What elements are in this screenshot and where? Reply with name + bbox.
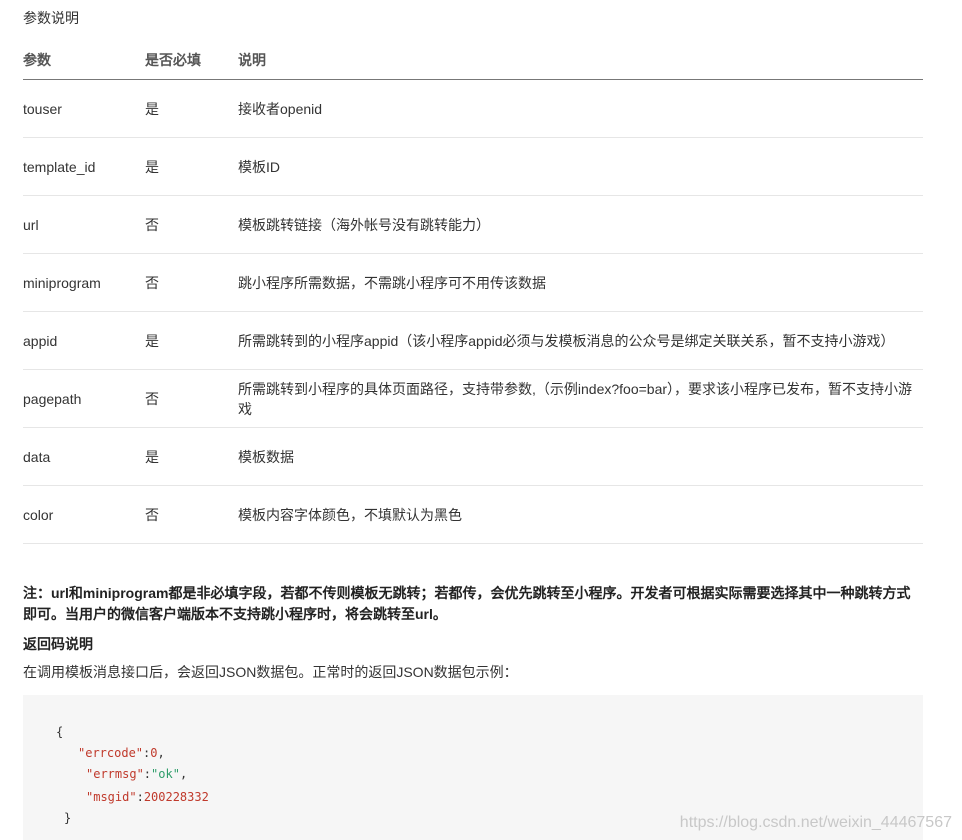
desc-cell: 模板ID: [238, 137, 923, 196]
header-param: 参数: [23, 40, 145, 80]
param-cell: touser: [23, 79, 145, 138]
required-cell: 是: [145, 311, 238, 370]
desc-cell: 所需跳转到小程序的具体页面路径，支持带参数,（示例index?foo=bar），…: [238, 369, 923, 428]
desc-cell: 接收者openid: [238, 79, 923, 138]
required-cell: 否: [145, 253, 238, 312]
required-cell: 否: [145, 485, 238, 544]
code-open-brace: {: [56, 725, 64, 739]
table-row: color 否 模板内容字体颜色，不填默认为黑色: [23, 485, 923, 544]
code-line-errcode: "errcode":0,: [78, 746, 165, 760]
table-row: template_id 是 模板ID: [23, 137, 923, 196]
msgid-key: "msgid": [86, 790, 137, 804]
required-cell: 是: [145, 427, 238, 486]
table-header-row: 参数 是否必填 说明: [23, 40, 923, 80]
table-row: pagepath 否 所需跳转到小程序的具体页面路径，支持带参数,（示例inde…: [23, 369, 923, 428]
errmsg-value: "ok": [151, 767, 180, 781]
required-cell: 否: [145, 195, 238, 254]
param-cell: pagepath: [23, 369, 145, 428]
errcode-value: 0: [150, 746, 158, 760]
desc-cell: 跳小程序所需数据，不需跳小程序可不用传该数据: [238, 253, 923, 312]
required-cell: 否: [145, 369, 238, 428]
table-row: miniprogram 否 跳小程序所需数据，不需跳小程序可不用传该数据: [23, 253, 923, 312]
section-title: 参数说明: [23, 10, 79, 26]
required-cell: 是: [145, 137, 238, 196]
param-cell: template_id: [23, 137, 145, 196]
table-row: touser 是 接收者openid: [23, 79, 923, 138]
param-cell: appid: [23, 311, 145, 370]
watermark: https://blog.csdn.net/weixin_44467567: [679, 814, 952, 831]
desc-cell: 模板数据: [238, 427, 923, 486]
param-cell: miniprogram: [23, 253, 145, 312]
errmsg-key: "errmsg": [86, 767, 144, 781]
table-row: appid 是 所需跳转到的小程序appid（该小程序appid必须与发模板消息…: [23, 311, 923, 370]
table-row: data 是 模板数据: [23, 427, 923, 486]
desc-cell: 模板跳转链接（海外帐号没有跳转能力）: [238, 195, 923, 254]
header-desc: 说明: [238, 40, 923, 80]
desc-cell: 所需跳转到的小程序appid（该小程序appid必须与发模板消息的公众号是绑定关…: [238, 311, 923, 370]
errcode-key: "errcode": [78, 746, 144, 760]
note-paragraph: 注：url和miniprogram都是非必填字段，若都不传则模板无跳转；若都传，…: [23, 585, 911, 622]
params-table: 参数 是否必填 说明 touser 是 接收者openid template_i…: [23, 40, 923, 544]
desc-cell: 模板内容字体颜色，不填默认为黑色: [238, 485, 923, 544]
msgid-value: 200228332: [143, 790, 209, 804]
return-code-title: 返回码说明: [23, 636, 93, 652]
header-required: 是否必填: [145, 40, 238, 80]
param-cell: color: [23, 485, 145, 544]
return-code-description: 在调用模板消息接口后，会返回JSON数据包。正常时的返回JSON数据包示例：: [23, 664, 518, 680]
code-close-brace: }: [64, 811, 72, 825]
param-cell: data: [23, 427, 145, 486]
code-line-msgid: "msgid":200228332: [86, 790, 209, 804]
table-row: url 否 模板跳转链接（海外帐号没有跳转能力）: [23, 195, 923, 254]
code-line-errmsg: "errmsg":"ok",: [86, 767, 188, 781]
required-cell: 是: [145, 79, 238, 138]
param-cell: url: [23, 195, 145, 254]
